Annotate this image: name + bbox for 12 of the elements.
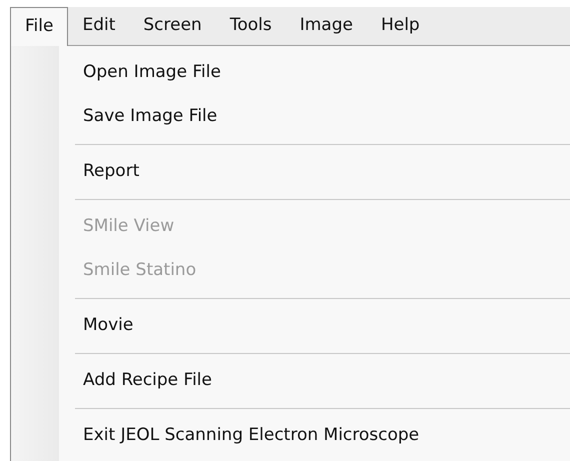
menu-tab[interactable]: Screen (129, 7, 216, 45)
menu-item[interactable]: Movie (75, 304, 570, 348)
menu-tab[interactable]: Help (366, 7, 434, 45)
menu-item[interactable]: Open Image File (75, 51, 570, 95)
menu-item[interactable]: Save Image File (75, 95, 570, 139)
menu-item[interactable]: Exit JEOL Scanning Electron Microscope (75, 414, 570, 458)
menu-tab[interactable]: Image (286, 7, 367, 45)
menu-item[interactable]: Report (75, 150, 570, 194)
menu-tab[interactable]: Tools (216, 7, 286, 45)
menu-tab[interactable]: Edit (68, 7, 130, 45)
menu-tab[interactable]: File (10, 7, 68, 46)
menu-item[interactable]: Add Recipe File (75, 359, 570, 403)
